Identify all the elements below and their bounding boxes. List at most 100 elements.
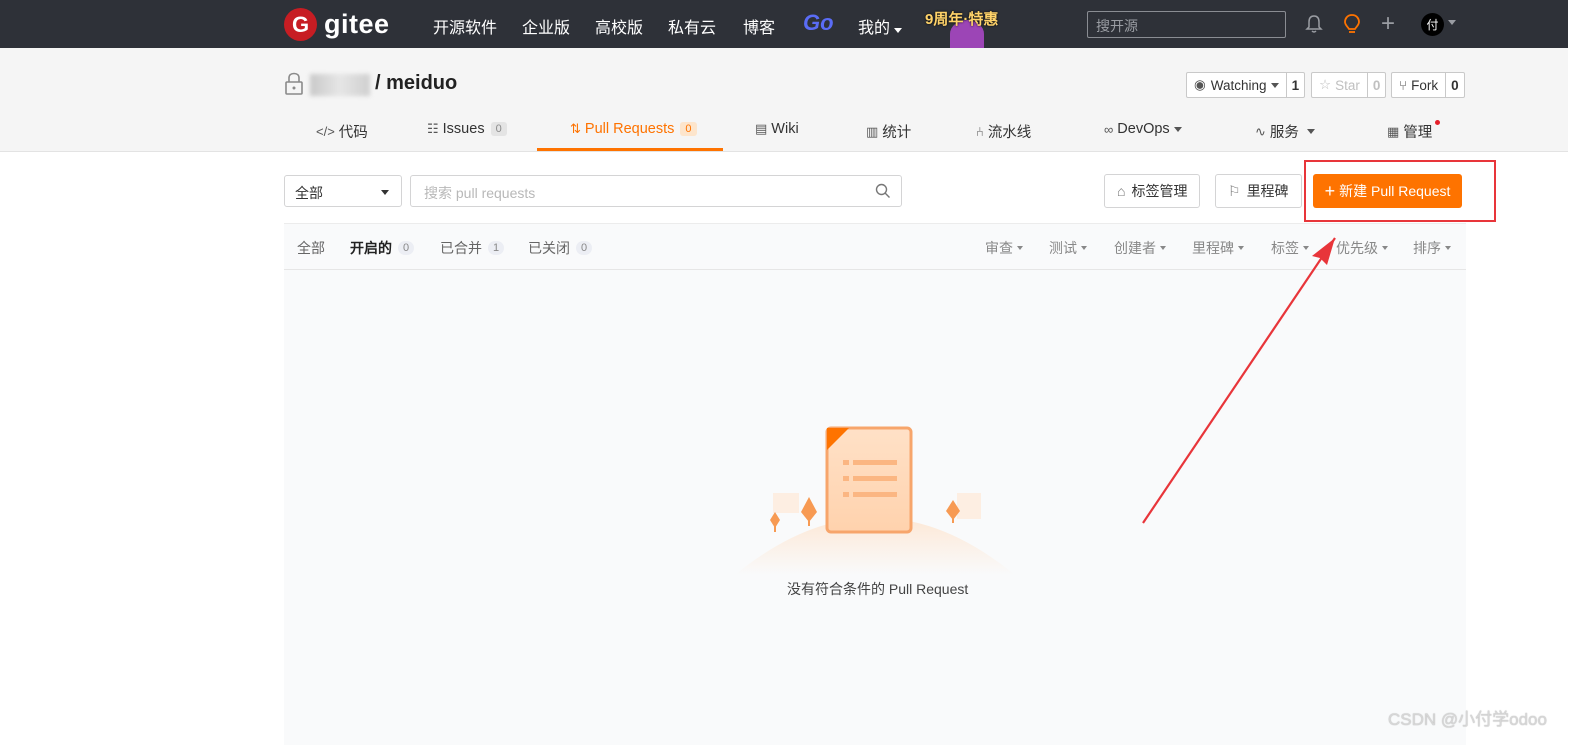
avatar[interactable]: 付 xyxy=(1421,13,1444,36)
state-closed[interactable]: 已关闭 0 xyxy=(528,238,593,258)
nav-open-source[interactable]: 开源软件 xyxy=(433,14,497,38)
empty-document-illustration xyxy=(735,420,1015,580)
gitee-logo-text: gitee xyxy=(324,9,390,39)
filter-test-label: 测试 xyxy=(1049,240,1077,256)
tab-stats-label: 统计 xyxy=(882,125,912,141)
star-button[interactable]: ☆ Star 0 xyxy=(1311,72,1387,98)
chevron-down-icon xyxy=(1017,246,1023,250)
star-count[interactable]: 0 xyxy=(1366,73,1386,97)
nav-mine-dropdown[interactable]: 我的 xyxy=(858,14,903,38)
scope-select[interactable]: 全部 xyxy=(284,175,402,207)
tab-pipeline[interactable]: ⑃ 流水线 xyxy=(976,121,1031,142)
tab-manage[interactable]: ▦ 管理 xyxy=(1387,121,1432,142)
csdn-watermark: CSDN @小付学odoo xyxy=(1388,710,1547,729)
anniversary-promo-link[interactable]: 9周年·特惠 xyxy=(925,8,998,29)
tab-pipeline-label: 流水线 xyxy=(987,125,1032,141)
tab-devops[interactable]: ∞ DevOps xyxy=(1104,121,1182,137)
plus-icon[interactable]: + xyxy=(1381,12,1395,36)
state-merged-label: 已合并 xyxy=(440,240,482,256)
watch-button[interactable]: ◉ Watching 1 xyxy=(1186,72,1306,98)
tab-services[interactable]: ∿ 服务 xyxy=(1255,121,1315,142)
chevron-down-icon[interactable] xyxy=(1448,20,1456,25)
star-icon: ☆ xyxy=(1319,77,1332,92)
owner-name-redacted xyxy=(310,74,370,96)
milestones-button[interactable]: ⚐ 里程碑 xyxy=(1215,174,1302,208)
nav-private-cloud[interactable]: 私有云 xyxy=(668,14,716,38)
chevron-down-icon xyxy=(1270,82,1279,88)
state-open-label: 开启的 xyxy=(350,240,392,256)
gitee-logo[interactable]: G gitee xyxy=(284,8,390,41)
tab-manage-label: 管理 xyxy=(1403,125,1433,141)
fork-button[interactable]: ⑂ Fork 0 xyxy=(1391,72,1465,98)
chevron-down-icon xyxy=(1382,246,1388,250)
chevron-down-icon xyxy=(894,28,903,33)
arrow-annotation-icon xyxy=(1140,225,1360,535)
pulse-icon: ∿ xyxy=(1255,123,1266,139)
nav-enterprise[interactable]: 企业版 xyxy=(522,14,570,38)
filter-test[interactable]: 测试 xyxy=(1049,238,1087,258)
chevron-down-icon xyxy=(1081,246,1087,250)
global-search-input[interactable]: 搜开源 xyxy=(1087,11,1286,38)
pull-request-icon: ⇅ xyxy=(570,121,581,136)
tab-stats[interactable]: ▥ 统计 xyxy=(866,121,911,142)
state-merged-count: 1 xyxy=(488,241,505,255)
star-label: Star xyxy=(1335,77,1360,93)
tag-icon: ⌂ xyxy=(1117,183,1126,199)
highlight-box-annotation xyxy=(1304,160,1496,222)
nav-education[interactable]: 高校版 xyxy=(595,14,643,38)
repo-name[interactable]: / meiduo xyxy=(375,72,457,95)
nav-blog[interactable]: 博客 xyxy=(743,14,775,38)
tab-pull-requests[interactable]: ⇅ Pull Requests 0 xyxy=(570,121,697,137)
state-open[interactable]: 开启的 0 xyxy=(350,238,415,258)
state-closed-count: 0 xyxy=(576,241,593,255)
search-icon[interactable] xyxy=(875,183,891,202)
pr-search-placeholder: 搜索 pull requests xyxy=(424,185,536,201)
tab-issues-label: Issues xyxy=(442,121,485,137)
scope-select-value: 全部 xyxy=(295,185,323,201)
code-icon: </> xyxy=(316,124,335,139)
tab-pull-requests-count: 0 xyxy=(680,122,697,136)
chevron-down-icon xyxy=(1445,246,1451,250)
infinity-icon: ∞ xyxy=(1104,121,1114,137)
tab-services-label: 服务 xyxy=(1269,125,1299,141)
chevron-down-icon xyxy=(1306,129,1315,134)
settings-doc-icon: ▦ xyxy=(1387,123,1400,139)
issues-icon: ☷ xyxy=(427,121,439,136)
top-navbar: G gitee 开源软件 企业版 高校版 私有云 博客 Go 我的 9周年·特惠… xyxy=(0,0,1568,48)
fork-count[interactable]: 0 xyxy=(1445,73,1464,97)
filter-review[interactable]: 审查 xyxy=(985,238,1023,258)
fork-icon: ⑂ xyxy=(1399,77,1408,93)
nav-go[interactable]: Go xyxy=(803,10,834,36)
tab-issues-count: 0 xyxy=(490,122,507,136)
state-closed-label: 已关闭 xyxy=(528,240,570,256)
lightbulb-icon[interactable] xyxy=(1343,13,1361,40)
nav-mine-label: 我的 xyxy=(858,20,891,37)
tab-pull-requests-label: Pull Requests xyxy=(584,121,675,137)
watch-count[interactable]: 1 xyxy=(1285,73,1305,97)
tab-wiki[interactable]: ▤ Wiki xyxy=(755,121,799,137)
tab-wiki-label: Wiki xyxy=(771,121,799,137)
tab-issues[interactable]: ☷ Issues 0 xyxy=(427,121,507,137)
fork-label: Fork xyxy=(1411,77,1439,93)
gitee-logo-icon: G xyxy=(284,8,317,41)
bell-icon[interactable] xyxy=(1305,14,1323,39)
milestone-icon: ⚐ xyxy=(1228,182,1241,199)
state-merged[interactable]: 已合并 1 xyxy=(440,238,505,258)
state-all-label: 全部 xyxy=(297,240,325,256)
filter-sort-label: 排序 xyxy=(1413,240,1441,256)
tab-code[interactable]: </> 代码 xyxy=(316,121,368,142)
pipeline-icon: ⑃ xyxy=(976,124,984,139)
labels-manage-button[interactable]: ⌂ 标签管理 xyxy=(1104,174,1201,208)
bar-chart-icon: ▥ xyxy=(866,123,879,139)
active-tab-indicator xyxy=(537,148,723,151)
notification-dot xyxy=(1435,120,1440,125)
state-open-count: 0 xyxy=(398,241,415,255)
pr-search-input[interactable]: 搜索 pull requests xyxy=(410,175,902,207)
book-icon: ▤ xyxy=(755,121,768,136)
state-all[interactable]: 全部 xyxy=(297,238,325,258)
chevron-down-icon xyxy=(1173,126,1182,132)
filter-sort[interactable]: 排序 xyxy=(1413,238,1451,258)
labels-manage-label: 标签管理 xyxy=(1131,183,1188,199)
milestones-label: 里程碑 xyxy=(1246,183,1289,199)
lock-icon xyxy=(284,72,304,101)
